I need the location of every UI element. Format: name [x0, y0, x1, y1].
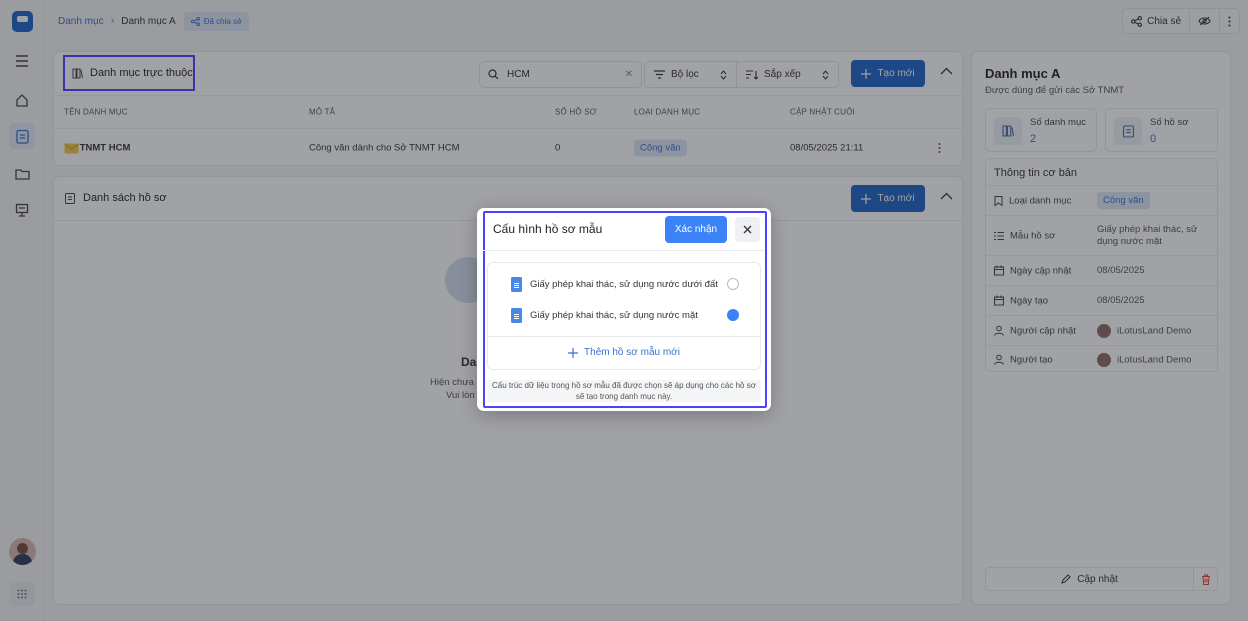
add-template-button[interactable]: Thêm hồ sơ mẫu mới	[488, 347, 760, 358]
add-template-label: Thêm hồ sơ mẫu mới	[584, 347, 680, 358]
template-option-groundwater[interactable]: Giấy phép khai thác, sử dụng nước dưới đ…	[511, 275, 718, 293]
option-label: Giấy phép khai thác, sử dụng nước mặt	[530, 309, 698, 321]
divider	[483, 250, 765, 251]
document-icon	[511, 307, 522, 323]
modal-title: Cấu hình hồ sơ mẫu	[493, 222, 603, 236]
document-icon	[511, 276, 522, 292]
divider	[488, 336, 760, 337]
template-config-modal: Cấu hình hồ sơ mẫu Xác nhận Giấy phép kh…	[477, 208, 771, 411]
radio-groundwater[interactable]	[727, 278, 739, 290]
modal-note: Cấu trúc dữ liệu trong hồ sơ mẫu đã được…	[487, 380, 761, 402]
confirm-button[interactable]: Xác nhận	[665, 216, 727, 243]
radio-surfacewater[interactable]	[727, 309, 739, 321]
plus-icon	[568, 347, 579, 358]
option-label: Giấy phép khai thác, sử dụng nước dưới đ…	[530, 278, 718, 290]
template-option-list: Giấy phép khai thác, sử dụng nước dưới đ…	[487, 262, 761, 370]
close-icon	[743, 225, 752, 234]
close-button[interactable]	[735, 217, 760, 242]
template-option-surfacewater[interactable]: Giấy phép khai thác, sử dụng nước mặt	[511, 306, 698, 324]
